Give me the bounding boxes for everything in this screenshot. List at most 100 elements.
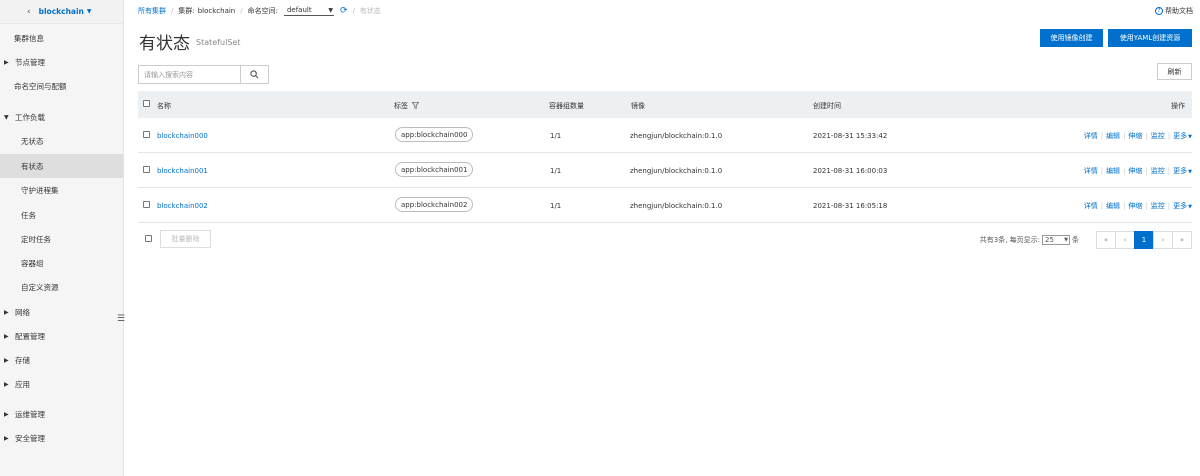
select-all-checkbox[interactable] <box>143 100 150 107</box>
header-image: 镜像 <box>631 102 645 110</box>
sidebar-item-namespaces[interactable]: 命名空间与配额 <box>0 74 123 98</box>
back-chevron-icon[interactable]: ‹ <box>27 7 31 17</box>
monitor-link[interactable]: 监控 <box>1151 166 1165 176</box>
header-pods: 容器组数量 <box>549 102 584 110</box>
caret-down-icon: ▼ <box>328 6 333 14</box>
scale-link[interactable]: 伸缩 <box>1128 166 1142 176</box>
caret-down-icon: ▼ <box>1188 204 1192 210</box>
filter-icon[interactable] <box>411 102 420 110</box>
details-link[interactable]: 详情 <box>1084 166 1098 176</box>
sidebar-item-statefulsets[interactable]: 有状态 <box>0 154 123 178</box>
sidebar-item-cronjobs[interactable]: 定时任务 <box>0 227 123 251</box>
sidebar-item-label: 命名空间与配额 <box>14 81 67 91</box>
sidebar-item-label: 应用 <box>15 379 30 389</box>
sidebar-item-apps[interactable]: ▶ 应用 <box>0 372 123 396</box>
caret-down-icon: ▼ <box>1188 169 1192 175</box>
row-name-link[interactable]: blockchain001 <box>157 167 208 175</box>
edit-link[interactable]: 编辑 <box>1106 131 1120 141</box>
footer-select-all-checkbox[interactable] <box>145 235 152 242</box>
sidebar-item-network[interactable]: ▶ 网络 <box>0 300 123 324</box>
sidebar-item-workloads[interactable]: ▼ 工作负载 <box>0 105 123 129</box>
row-image: zhengjun/blockchain:0.1.0 <box>630 167 723 175</box>
table-header: 名称 标签 容器组数量 镜像 创建时间 操作 <box>138 91 1192 118</box>
row-name-link[interactable]: blockchain000 <box>157 132 208 140</box>
more-label: 更多 <box>1173 202 1188 210</box>
namespace-select[interactable]: default ▼ <box>283 6 334 16</box>
batch-delete-button[interactable]: 批量删除 <box>160 230 211 248</box>
sidebar-item-label: 自定义资源 <box>21 282 59 292</box>
sidebar-item-daemonsets[interactable]: 守护进程集 <box>0 178 123 202</box>
sidebar-item-label: 守护进程集 <box>21 185 59 195</box>
row-name-link[interactable]: blockchain002 <box>157 202 208 210</box>
sidebar-item-nodes[interactable]: ▶ 节点管理 <box>0 50 123 74</box>
breadcrumb-cluster-value: blockchain <box>197 7 236 15</box>
create-by-image-button[interactable]: 使用镜像创建 <box>1040 29 1103 47</box>
header-created: 创建时间 <box>813 102 841 110</box>
details-link[interactable]: 详情 <box>1084 131 1098 141</box>
sidebar-item-storage[interactable]: ▶ 存储 <box>0 348 123 372</box>
last-page-button[interactable]: » <box>1172 231 1192 249</box>
caret-right-icon: ▶ <box>4 58 9 66</box>
page-size-select[interactable]: 25 ▼ <box>1042 235 1070 245</box>
help-icon: ? <box>1155 7 1163 15</box>
sidebar-collapse-icon[interactable]: ☰ <box>117 314 125 324</box>
row-checkbox[interactable] <box>143 131 150 138</box>
help-docs-link[interactable]: ? 帮助文档 <box>1155 6 1193 16</box>
refresh-icon[interactable]: ⟳ <box>340 6 348 16</box>
divider: | <box>1145 202 1148 210</box>
next-page-button[interactable]: › <box>1153 231 1173 249</box>
search-input[interactable] <box>139 66 241 83</box>
first-page-button[interactable]: « <box>1096 231 1116 249</box>
sidebar-item-label: 有状态 <box>21 161 44 171</box>
monitor-link[interactable]: 监控 <box>1151 131 1165 141</box>
row-checkbox[interactable] <box>143 201 150 208</box>
row-created: 2021-08-31 15:33:42 <box>813 132 888 140</box>
scale-link[interactable]: 伸缩 <box>1128 201 1142 211</box>
page-1-button[interactable]: 1 <box>1134 231 1154 249</box>
caret-down-icon: ▼ <box>1188 134 1192 140</box>
create-by-yaml-button[interactable]: 使用YAML创建资源 <box>1108 29 1192 47</box>
sidebar-item-label: 集群信息 <box>14 33 44 43</box>
row-label-tag: app:blockchain002 <box>395 197 474 212</box>
pagination: « ‹ 1 › » <box>1096 231 1192 249</box>
cluster-switcher[interactable]: ‹ blockchain ▼ <box>0 0 123 24</box>
refresh-button[interactable]: 刷新 <box>1157 63 1192 80</box>
table-row: blockchain002 app:blockchain002 1/1 zhen… <box>138 188 1192 223</box>
sidebar-item-label: 任务 <box>21 210 36 220</box>
sidebar-item-config[interactable]: ▶ 配置管理 <box>0 324 123 348</box>
more-dropdown[interactable]: 更多▼ <box>1173 201 1192 211</box>
divider: | <box>1123 167 1126 175</box>
cluster-name: blockchain <box>38 7 84 16</box>
breadcrumb-cluster-label: 集群: <box>178 7 195 15</box>
pagination-info: 共有3条, 每页显示: 25 ▼ 条 <box>980 235 1079 245</box>
breadcrumb: 所有集群 / 集群: blockchain / 命名空间: default ▼ … <box>138 6 381 16</box>
sidebar-item-security[interactable]: ▶ 安全管理 <box>0 426 123 450</box>
search-button[interactable] <box>240 66 268 83</box>
caret-right-icon: ▶ <box>4 380 9 388</box>
sidebar-item-cluster-info[interactable]: 集群信息 <box>0 26 123 50</box>
row-checkbox[interactable] <box>143 166 150 173</box>
sidebar-item-custom-resources[interactable]: 自定义资源 <box>0 275 123 299</box>
edit-link[interactable]: 编辑 <box>1106 201 1120 211</box>
more-dropdown[interactable]: 更多▼ <box>1173 166 1192 176</box>
page-size-value: 25 <box>1045 236 1054 244</box>
breadcrumb-all-clusters[interactable]: 所有集群 <box>138 6 166 16</box>
sidebar-item-jobs[interactable]: 任务 <box>0 203 123 227</box>
caret-down-icon: ▼ <box>4 113 9 121</box>
sidebar-item-ops[interactable]: ▶ 运维管理 <box>0 402 123 426</box>
breadcrumb-namespace-label: 命名空间: <box>247 7 278 15</box>
scale-link[interactable]: 伸缩 <box>1128 131 1142 141</box>
row-created: 2021-08-31 16:00:03 <box>813 167 888 175</box>
caret-down-icon: ▼ <box>86 8 92 15</box>
sidebar-item-deployments[interactable]: 无状态 <box>0 129 123 153</box>
edit-link[interactable]: 编辑 <box>1106 166 1120 176</box>
row-image: zhengjun/blockchain:0.1.0 <box>630 202 723 210</box>
namespace-select-value: default <box>286 6 312 14</box>
divider: | <box>1123 132 1126 140</box>
details-link[interactable]: 详情 <box>1084 201 1098 211</box>
sidebar-item-pods[interactable]: 容器组 <box>0 251 123 275</box>
more-dropdown[interactable]: 更多▼ <box>1173 131 1192 141</box>
breadcrumb-separator: / <box>171 7 174 15</box>
prev-page-button[interactable]: ‹ <box>1115 231 1135 249</box>
monitor-link[interactable]: 监控 <box>1151 201 1165 211</box>
